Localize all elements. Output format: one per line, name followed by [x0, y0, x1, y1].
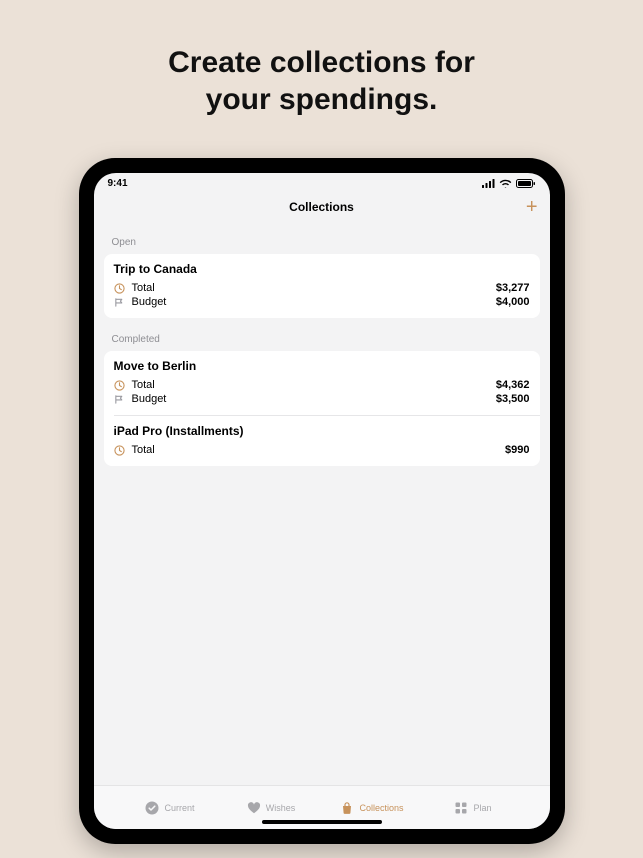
row-value: $3,500: [496, 393, 530, 405]
ipad-frame: 9:41 Collections + Open: [79, 158, 565, 844]
section-header-open: Open: [104, 221, 540, 254]
row-label: Budget: [132, 296, 167, 308]
bag-icon: [340, 801, 354, 815]
collection-item[interactable]: Trip to Canada Total $3,277 Budget $4: [104, 254, 540, 318]
tab-current[interactable]: Current: [120, 786, 221, 829]
home-indicator: [262, 820, 382, 824]
collection-row: Budget $3,500: [114, 393, 530, 405]
battery-icon: [516, 179, 536, 188]
marketing-headline: Create collections for your spendings.: [0, 0, 643, 118]
signal-icon: [482, 179, 495, 188]
collection-title: iPad Pro (Installments): [114, 424, 530, 438]
collection-row: Total $990: [114, 444, 530, 456]
add-button[interactable]: +: [526, 197, 538, 217]
status-time: 9:41: [108, 178, 128, 189]
row-value: $3,277: [496, 282, 530, 294]
row-label: Total: [132, 444, 155, 456]
row-value: $4,000: [496, 296, 530, 308]
nav-bar: Collections +: [94, 193, 550, 221]
tab-plan[interactable]: Plan: [423, 786, 524, 829]
collection-row: Budget $4,000: [114, 296, 530, 308]
budget-icon: [114, 296, 126, 308]
status-indicators: [482, 179, 536, 188]
completed-card: Move to Berlin Total $4,362 Budget $3: [104, 351, 540, 466]
heart-icon: [247, 801, 261, 815]
total-icon: [114, 282, 126, 294]
collection-row: Total $4,362: [114, 379, 530, 391]
grid-icon: [454, 801, 468, 815]
tab-label: Wishes: [266, 803, 296, 813]
total-icon: [114, 444, 126, 456]
wifi-icon: [499, 179, 512, 188]
collection-title: Trip to Canada: [114, 262, 530, 276]
section-header-completed: Completed: [104, 318, 540, 351]
row-label: Total: [132, 282, 155, 294]
budget-icon: [114, 393, 126, 405]
collection-row: Total $3,277: [114, 282, 530, 294]
ipad-screen: 9:41 Collections + Open: [94, 173, 550, 829]
collection-item[interactable]: Move to Berlin Total $4,362 Budget $3: [104, 351, 540, 415]
row-label: Total: [132, 379, 155, 391]
checkmark-circle-icon: [145, 801, 159, 815]
page-title: Collections: [289, 200, 354, 214]
tab-label: Collections: [359, 803, 403, 813]
open-card: Trip to Canada Total $3,277 Budget $4: [104, 254, 540, 318]
row-value: $4,362: [496, 379, 530, 391]
row-label: Budget: [132, 393, 167, 405]
headline-line2: your spendings.: [206, 83, 438, 116]
tab-label: Plan: [473, 803, 491, 813]
row-value: $990: [505, 444, 529, 456]
headline-line1: Create collections for: [168, 46, 475, 79]
total-icon: [114, 379, 126, 391]
status-bar: 9:41: [94, 173, 550, 193]
collection-title: Move to Berlin: [114, 359, 530, 373]
content-area: Open Trip to Canada Total $3,277: [94, 221, 550, 785]
collection-item[interactable]: iPad Pro (Installments) Total $990: [104, 416, 540, 466]
tab-label: Current: [164, 803, 194, 813]
